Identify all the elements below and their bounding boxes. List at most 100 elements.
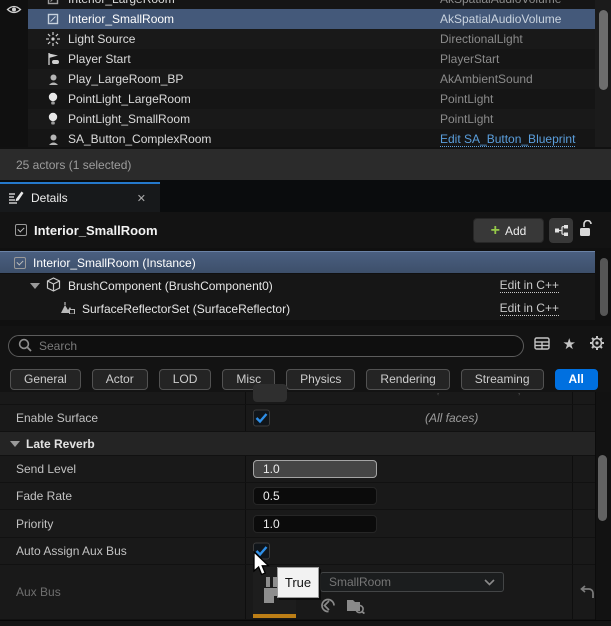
actor-count-text: 25 actors (1 selected) bbox=[16, 158, 131, 172]
enable-surface-label: Enable Surface bbox=[16, 411, 98, 425]
row-fade-rate: Fade Rate 0.5 bbox=[0, 483, 595, 510]
blueprint-graph-button[interactable] bbox=[549, 218, 573, 243]
tab-close-icon[interactable]: ✕ bbox=[137, 192, 146, 205]
outliner-row[interactable]: SA_Button_ComplexRoom Edit SA_Button_Blu… bbox=[28, 129, 595, 147]
actor-name: PointLight_SmallRoom bbox=[68, 112, 190, 126]
add-component-button[interactable]: + Add bbox=[473, 218, 544, 243]
speaker-icon bbox=[46, 72, 60, 86]
brush-component-label: BrushComponent (BrushComponent0) bbox=[68, 279, 273, 293]
enable-surface-checkbox[interactable] bbox=[253, 410, 270, 427]
outliner-scrollbar-thumb[interactable] bbox=[599, 10, 608, 90]
actor-type: PointLight bbox=[440, 112, 493, 126]
unlock-icon[interactable] bbox=[578, 220, 593, 240]
filter-lod[interactable]: LOD bbox=[159, 369, 212, 390]
send-level-input[interactable]: 1.0 bbox=[253, 460, 377, 478]
row-priority: Priority 1.0 bbox=[0, 510, 595, 538]
tree-row-surface-reflector[interactable]: SurfaceReflectorSet (SurfaceReflector) E… bbox=[0, 297, 595, 320]
tree-row-instance[interactable]: Interior_SmallRoom (Instance) bbox=[0, 251, 595, 273]
aux-bus-label: Aux Bus bbox=[16, 585, 61, 599]
surface-reflector-icon bbox=[60, 301, 75, 317]
edit-in-cpp-link[interactable]: Edit in C++ bbox=[500, 278, 559, 293]
instance-checkbox-icon[interactable] bbox=[14, 257, 26, 269]
category-filter-row: General Actor LOD Misc Physics Rendering… bbox=[0, 366, 611, 392]
filter-all[interactable]: All bbox=[555, 369, 598, 390]
details-title: Interior_SmallRoom bbox=[34, 223, 158, 238]
visibility-gutter bbox=[0, 0, 28, 147]
actor-name: Interior_LargeRoom bbox=[68, 0, 175, 6]
edit-in-cpp-link[interactable]: Edit in C++ bbox=[500, 301, 559, 316]
clipped-row: ‛ ’ bbox=[0, 392, 595, 405]
browse-asset-icon[interactable] bbox=[346, 598, 365, 617]
outliner-row[interactable]: PointLight_SmallRoom PointLight bbox=[28, 109, 595, 129]
edit-blueprint-link[interactable]: Edit SA_Button_Blueprint bbox=[440, 132, 575, 147]
clipped-text-fragment: ‛ ’ bbox=[437, 392, 558, 403]
section-title: Late Reverb bbox=[26, 437, 95, 451]
actor-type: PointLight bbox=[440, 92, 493, 106]
actor-name: Play_LargeRoom_BP bbox=[68, 72, 183, 86]
outliner-row[interactable]: Player Start PlayerStart bbox=[28, 49, 595, 69]
outliner-row[interactable]: Light Source DirectionalLight bbox=[28, 29, 595, 49]
outliner-row-selected[interactable]: Interior_SmallRoom AkSpatialAudioVolume bbox=[28, 9, 595, 29]
row-auto-assign-aux-bus: Auto Assign Aux Bus bbox=[0, 538, 595, 565]
favorites-star-icon[interactable]: ★ bbox=[563, 337, 576, 352]
details-pencil-icon bbox=[8, 190, 24, 207]
details-search-row: Search ★ bbox=[0, 326, 611, 366]
row-send-level: Send Level 1.0 bbox=[0, 456, 595, 483]
actor-type: DirectionalLight bbox=[440, 32, 523, 46]
filter-actor[interactable]: Actor bbox=[92, 369, 148, 390]
tree-scrollbar-thumb[interactable] bbox=[600, 258, 608, 316]
component-tree: Interior_SmallRoom (Instance) BrushCompo… bbox=[0, 248, 611, 326]
actor-type: AkAmbientSound bbox=[440, 72, 533, 86]
details-scrollbar-thumb[interactable] bbox=[598, 455, 607, 521]
filter-physics[interactable]: Physics bbox=[286, 369, 355, 390]
expand-caret-icon[interactable] bbox=[30, 283, 40, 289]
aux-bus-value: SmallRoom bbox=[329, 575, 391, 589]
send-level-label: Send Level bbox=[16, 462, 76, 476]
filter-general[interactable]: General bbox=[10, 369, 81, 390]
sun-icon bbox=[46, 32, 60, 46]
bulb-icon bbox=[46, 112, 60, 126]
reset-to-default-icon[interactable] bbox=[578, 585, 596, 603]
outliner-row[interactable]: Play_LargeRoom_BP AkAmbientSound bbox=[28, 69, 595, 89]
unreal-editor-panel: Interior_LargeRoom AkSpatialAudioVolume … bbox=[0, 0, 611, 626]
details-header: Interior_SmallRoom + Add bbox=[0, 212, 611, 248]
cube-icon bbox=[46, 277, 61, 295]
settings-gear-icon[interactable] bbox=[589, 335, 605, 354]
actor-type: PlayerStart bbox=[440, 52, 499, 66]
section-late-reverb[interactable]: Late Reverb bbox=[0, 432, 595, 456]
priority-input[interactable]: 1.0 bbox=[253, 515, 377, 533]
fade-rate-label: Fade Rate bbox=[16, 489, 72, 503]
filter-streaming[interactable]: Streaming bbox=[461, 369, 544, 390]
tree-row-brush-component[interactable]: BrushComponent (BrushComponent0) Edit in… bbox=[0, 274, 595, 297]
details-tab-bar: Details ✕ bbox=[0, 180, 611, 212]
fade-rate-input[interactable]: 0.5 bbox=[253, 487, 377, 505]
bottom-strip bbox=[0, 620, 611, 626]
actor-checkbox-icon[interactable] bbox=[15, 224, 27, 236]
actor-name: SA_Button_ComplexRoom bbox=[68, 132, 211, 146]
chevron-down-icon bbox=[484, 575, 495, 589]
search-placeholder: Search bbox=[39, 339, 77, 353]
priority-label: Priority bbox=[16, 517, 53, 531]
aux-bus-dropdown[interactable]: SmallRoom bbox=[320, 572, 504, 592]
display-filter-icon[interactable] bbox=[534, 337, 550, 353]
spatial-audio-volume-icon bbox=[46, 0, 60, 6]
section-caret-icon[interactable] bbox=[10, 441, 20, 447]
outliner-scrollbar-track[interactable] bbox=[595, 0, 611, 147]
details-scrollbar-track[interactable] bbox=[595, 392, 611, 620]
visibility-eye-icon[interactable] bbox=[6, 4, 22, 18]
actor-type: AkSpatialAudioVolume bbox=[440, 0, 561, 6]
outliner-row[interactable]: Interior_LargeRoom AkSpatialAudioVolume bbox=[28, 0, 595, 9]
tooltip-text: True bbox=[285, 575, 311, 590]
player-start-icon bbox=[46, 52, 60, 66]
actor-name: Light Source bbox=[68, 32, 135, 46]
clipped-input-fragment bbox=[253, 384, 287, 402]
tab-details-label: Details bbox=[31, 191, 68, 205]
add-button-label: Add bbox=[505, 224, 526, 238]
search-input[interactable]: Search bbox=[8, 335, 524, 357]
outliner-row[interactable]: PointLight_LargeRoom PointLight bbox=[28, 89, 595, 109]
filter-rendering[interactable]: Rendering bbox=[366, 369, 449, 390]
tab-details[interactable]: Details ✕ bbox=[0, 182, 160, 212]
mouse-cursor-icon bbox=[251, 551, 273, 582]
use-selected-asset-icon[interactable] bbox=[320, 597, 337, 617]
plus-icon: + bbox=[491, 223, 500, 239]
